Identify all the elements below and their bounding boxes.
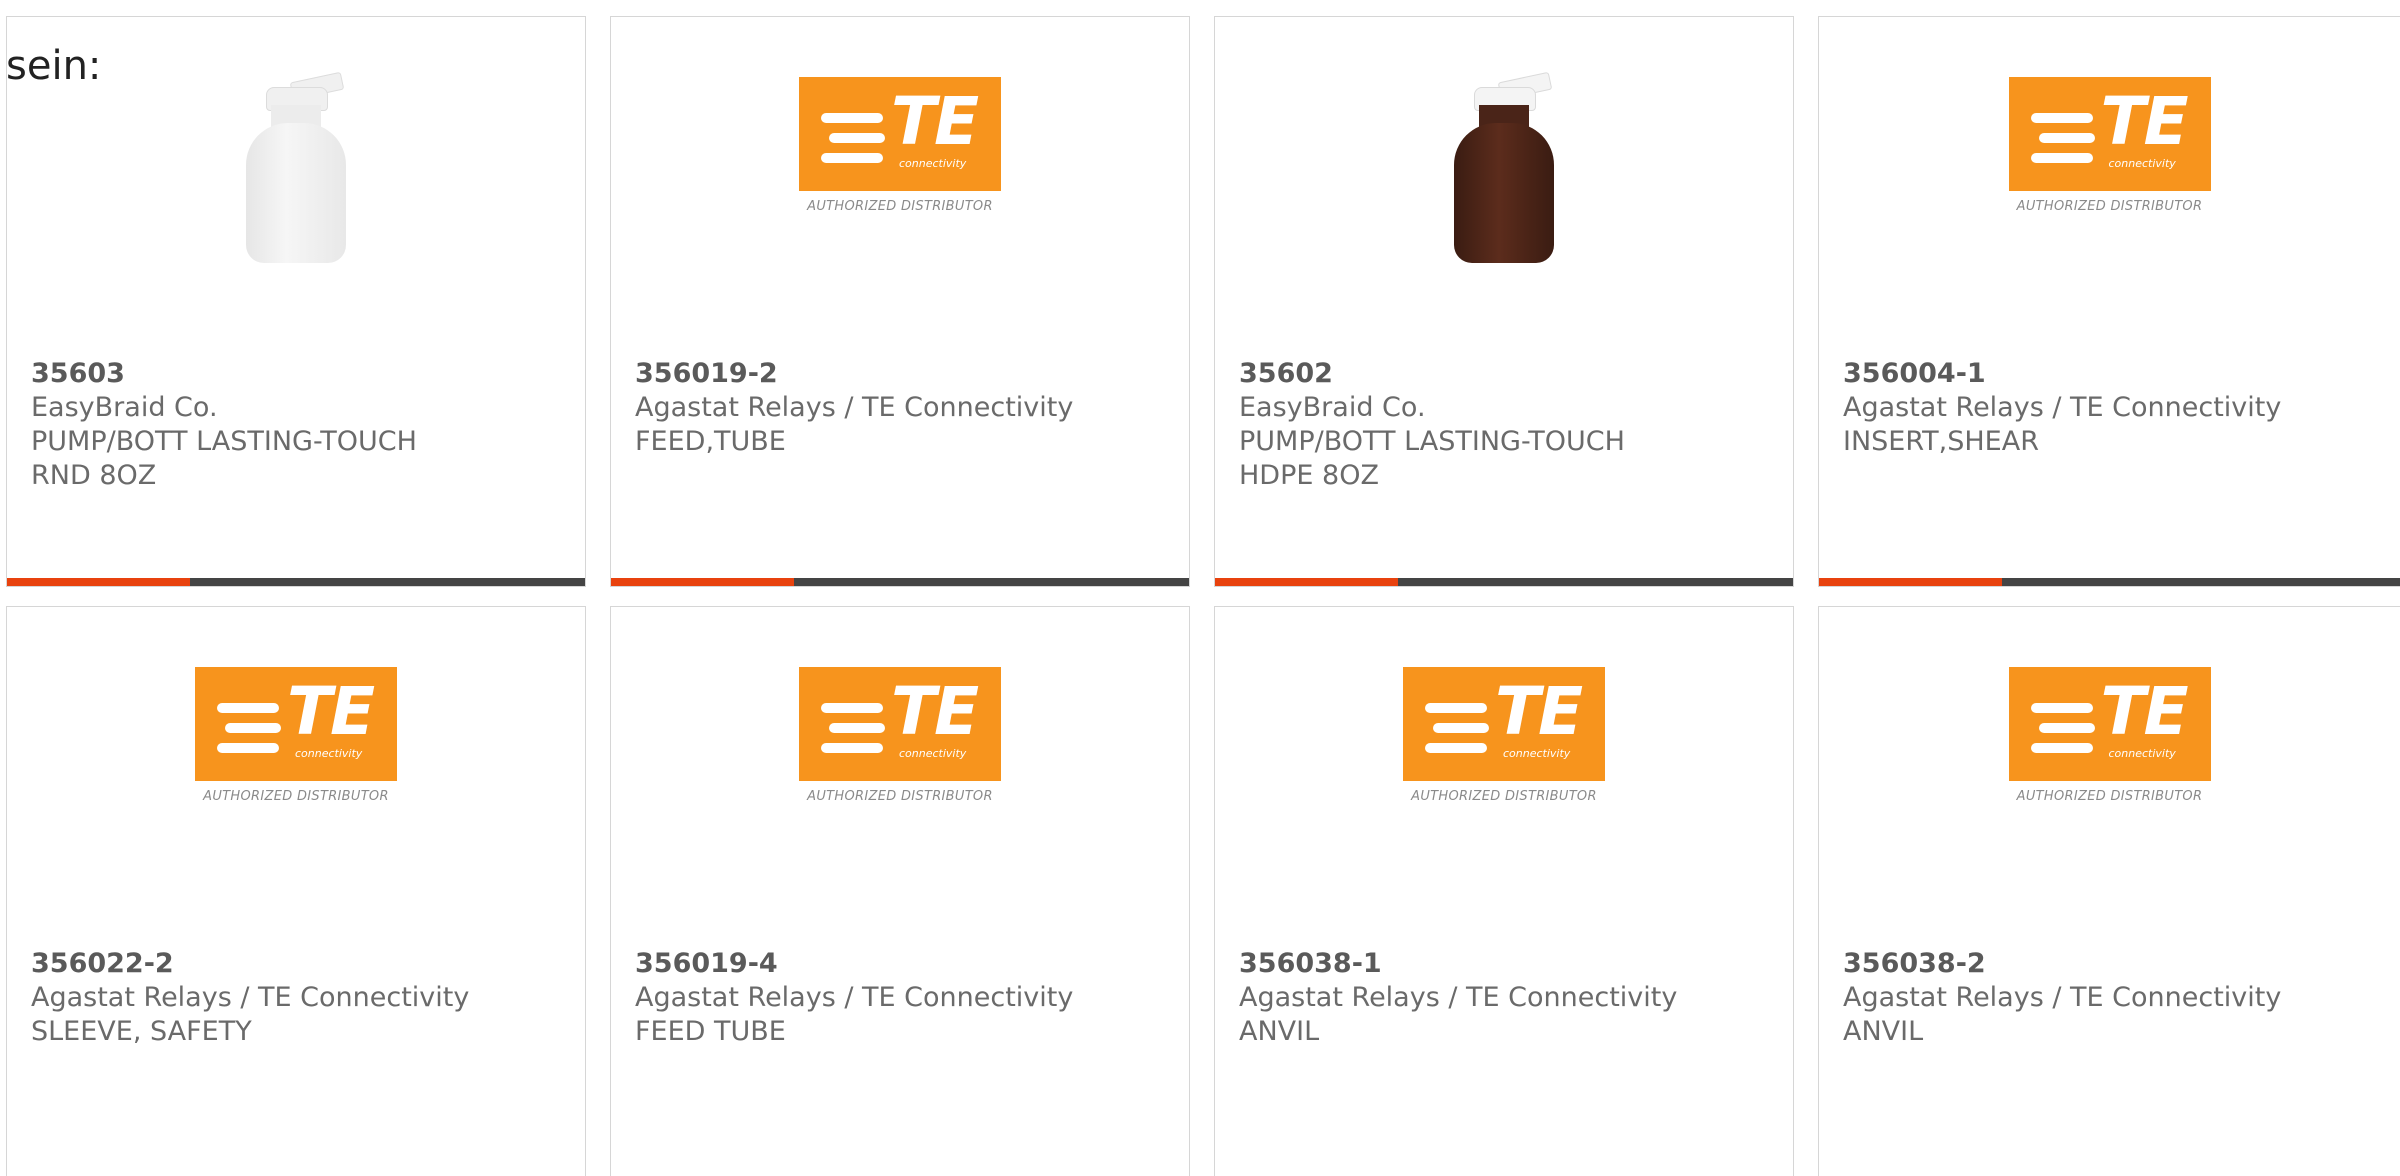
te-connectivity-logo: TE connectivity AUTHORIZED DISTRIBUTOR [1403,667,1605,804]
part-number[interactable]: 356038-2 [1843,947,2384,981]
product-card[interactable]: 35603 EasyBraid Co. PUMP/BOTT LASTING-TO… [6,16,586,587]
description-line-1: PUMP/BOTT LASTING-TOUCH [31,426,417,457]
part-number[interactable]: 356022-2 [31,947,569,981]
description-line-2: HDPE 8OZ [1239,460,1379,491]
product-card[interactable]: TE connectivity AUTHORIZED DISTRIBUTOR 3… [6,606,586,1176]
te-connectivity-logo: TE connectivity AUTHORIZED DISTRIBUTOR [195,667,397,804]
te-connectivity-logo: TE connectivity AUTHORIZED DISTRIBUTOR [799,667,1001,804]
product-image[interactable] [1215,71,1793,317]
product-info: 35602 EasyBraid Co. PUMP/BOTT LASTING-TO… [1239,357,1777,493]
card-bottom-bar [7,578,585,586]
bottle-image [1439,71,1569,277]
part-number[interactable]: 35602 [1239,357,1777,391]
description-line-1: FEED,TUBE [635,426,786,457]
product-card[interactable]: 35602 EasyBraid Co. PUMP/BOTT LASTING-TO… [1214,16,1794,587]
product-card[interactable]: TE connectivity AUTHORIZED DISTRIBUTOR 3… [1818,16,2400,587]
section-heading: sein: [6,43,102,89]
description-line-2: RND 8OZ [31,460,157,491]
part-number[interactable]: 356019-4 [635,947,1173,981]
manufacturer: Agastat Relays / TE Connectivity [1239,982,1678,1013]
card-bottom-bar [611,578,1189,586]
product-info: 35603 EasyBraid Co. PUMP/BOTT LASTING-TO… [31,357,569,493]
manufacturer: EasyBraid Co. [1239,392,1426,423]
manufacturer: Agastat Relays / TE Connectivity [635,982,1074,1013]
te-connectivity-logo: TE connectivity AUTHORIZED DISTRIBUTOR [2008,77,2211,214]
te-connectivity-logo: TE connectivity AUTHORIZED DISTRIBUTOR [2008,667,2211,804]
description-line-1: ANVIL [1239,1016,1320,1047]
product-info: 356019-4 Agastat Relays / TE Connectivit… [635,947,1173,1049]
te-connectivity-logo: TE connectivity AUTHORIZED DISTRIBUTOR [799,77,1001,214]
manufacturer: Agastat Relays / TE Connectivity [1843,392,2282,423]
product-image[interactable]: TE connectivity AUTHORIZED DISTRIBUTOR [611,667,1189,907]
description-line-1: INSERT,SHEAR [1843,426,2039,457]
description-line-1: PUMP/BOTT LASTING-TOUCH [1239,426,1625,457]
part-number[interactable]: 356038-1 [1239,947,1777,981]
manufacturer: Agastat Relays / TE Connectivity [635,392,1074,423]
product-image[interactable]: TE connectivity AUTHORIZED DISTRIBUTOR [611,77,1189,317]
product-image[interactable]: TE connectivity AUTHORIZED DISTRIBUTOR [1819,77,2400,317]
product-info: 356038-2 Agastat Relays / TE Connectivit… [1843,947,2384,1049]
manufacturer: EasyBraid Co. [31,392,218,423]
product-card[interactable]: TE connectivity AUTHORIZED DISTRIBUTOR 3… [610,16,1190,587]
product-card[interactable]: TE connectivity AUTHORIZED DISTRIBUTOR 3… [610,606,1190,1176]
card-bottom-bar [1215,578,1793,586]
part-number[interactable]: 356004-1 [1843,357,2384,391]
manufacturer: Agastat Relays / TE Connectivity [1843,982,2282,1013]
product-image[interactable] [7,71,585,317]
bottle-image [231,71,361,277]
product-info: 356004-1 Agastat Relays / TE Connectivit… [1843,357,2384,459]
part-number[interactable]: 35603 [31,357,569,391]
product-card[interactable]: TE connectivity AUTHORIZED DISTRIBUTOR 3… [1818,606,2400,1176]
product-image[interactable]: TE connectivity AUTHORIZED DISTRIBUTOR [7,667,585,907]
product-info: 356038-1 Agastat Relays / TE Connectivit… [1239,947,1777,1049]
product-image[interactable]: TE connectivity AUTHORIZED DISTRIBUTOR [1215,667,1793,907]
product-info: 356022-2 Agastat Relays / TE Connectivit… [31,947,569,1049]
description-line-1: SLEEVE, SAFETY [31,1016,252,1047]
product-image[interactable]: TE connectivity AUTHORIZED DISTRIBUTOR [1819,667,2400,907]
product-card[interactable]: TE connectivity AUTHORIZED DISTRIBUTOR 3… [1214,606,1794,1176]
manufacturer: Agastat Relays / TE Connectivity [31,982,470,1013]
part-number[interactable]: 356019-2 [635,357,1173,391]
card-bottom-bar [1819,578,2400,586]
description-line-1: FEED TUBE [635,1016,786,1047]
product-info: 356019-2 Agastat Relays / TE Connectivit… [635,357,1173,459]
description-line-1: ANVIL [1843,1016,1924,1047]
